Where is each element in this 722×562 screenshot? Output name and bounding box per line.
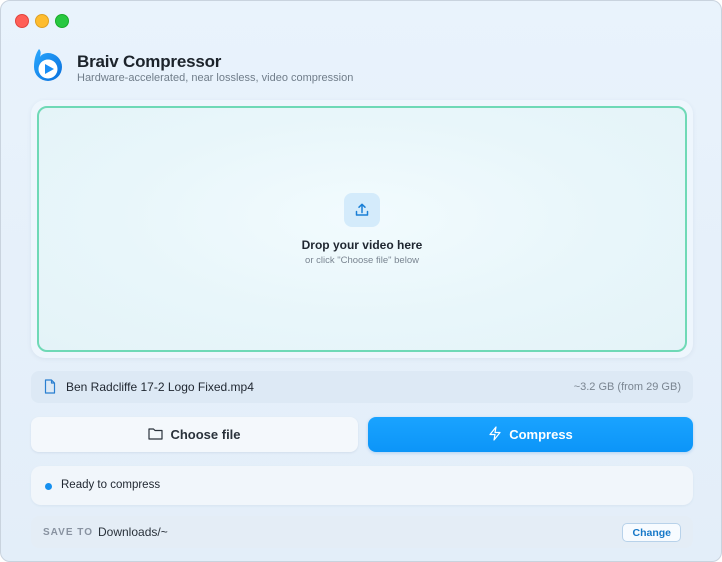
lightning-icon [488,425,502,444]
drop-zone-container: Drop your video here or click "Choose fi… [31,100,693,358]
app-subtitle: Hardware-accelerated, near lossless, vid… [77,72,354,84]
status-indicator-dot [45,483,52,490]
document-icon [44,379,56,394]
file-size-estimate: ~3.2 GB (from 29 GB) [573,381,681,393]
status-text: Ready to compress [61,479,161,491]
folder-icon [148,427,164,443]
save-location-row: SAVE TO Downloads/~ Change [31,516,693,548]
window-minimize-button[interactable] [35,14,49,28]
drop-zone-hint: or click "Choose file" below [305,255,419,266]
change-location-button[interactable]: Change [622,523,681,542]
file-name: Ben Radcliffe 17-2 Logo Fixed.mp4 [66,380,254,394]
save-to-label: SAVE TO [43,527,93,538]
save-path: Downloads/~ [98,525,168,539]
window-maximize-button[interactable] [55,14,69,28]
drop-zone-title: Drop your video here [301,238,423,252]
compress-button[interactable]: Compress [368,417,693,452]
compress-label: Compress [509,427,573,442]
choose-file-label: Choose file [170,427,241,442]
status-panel: Ready to compress [31,466,693,505]
choose-file-button[interactable]: Choose file [31,417,358,452]
app-window: Braiv Compressor Hardware-accelerated, n… [0,0,722,562]
window-close-button[interactable] [15,14,29,28]
app-title: Braiv Compressor [77,52,222,71]
braiv-play-logo-icon [33,47,65,85]
selected-file-row: Ben Radcliffe 17-2 Logo Fixed.mp4 ~3.2 G… [31,371,693,403]
upload-icon[interactable] [344,193,380,227]
video-drop-zone[interactable]: Drop your video here or click "Choose fi… [37,106,687,352]
